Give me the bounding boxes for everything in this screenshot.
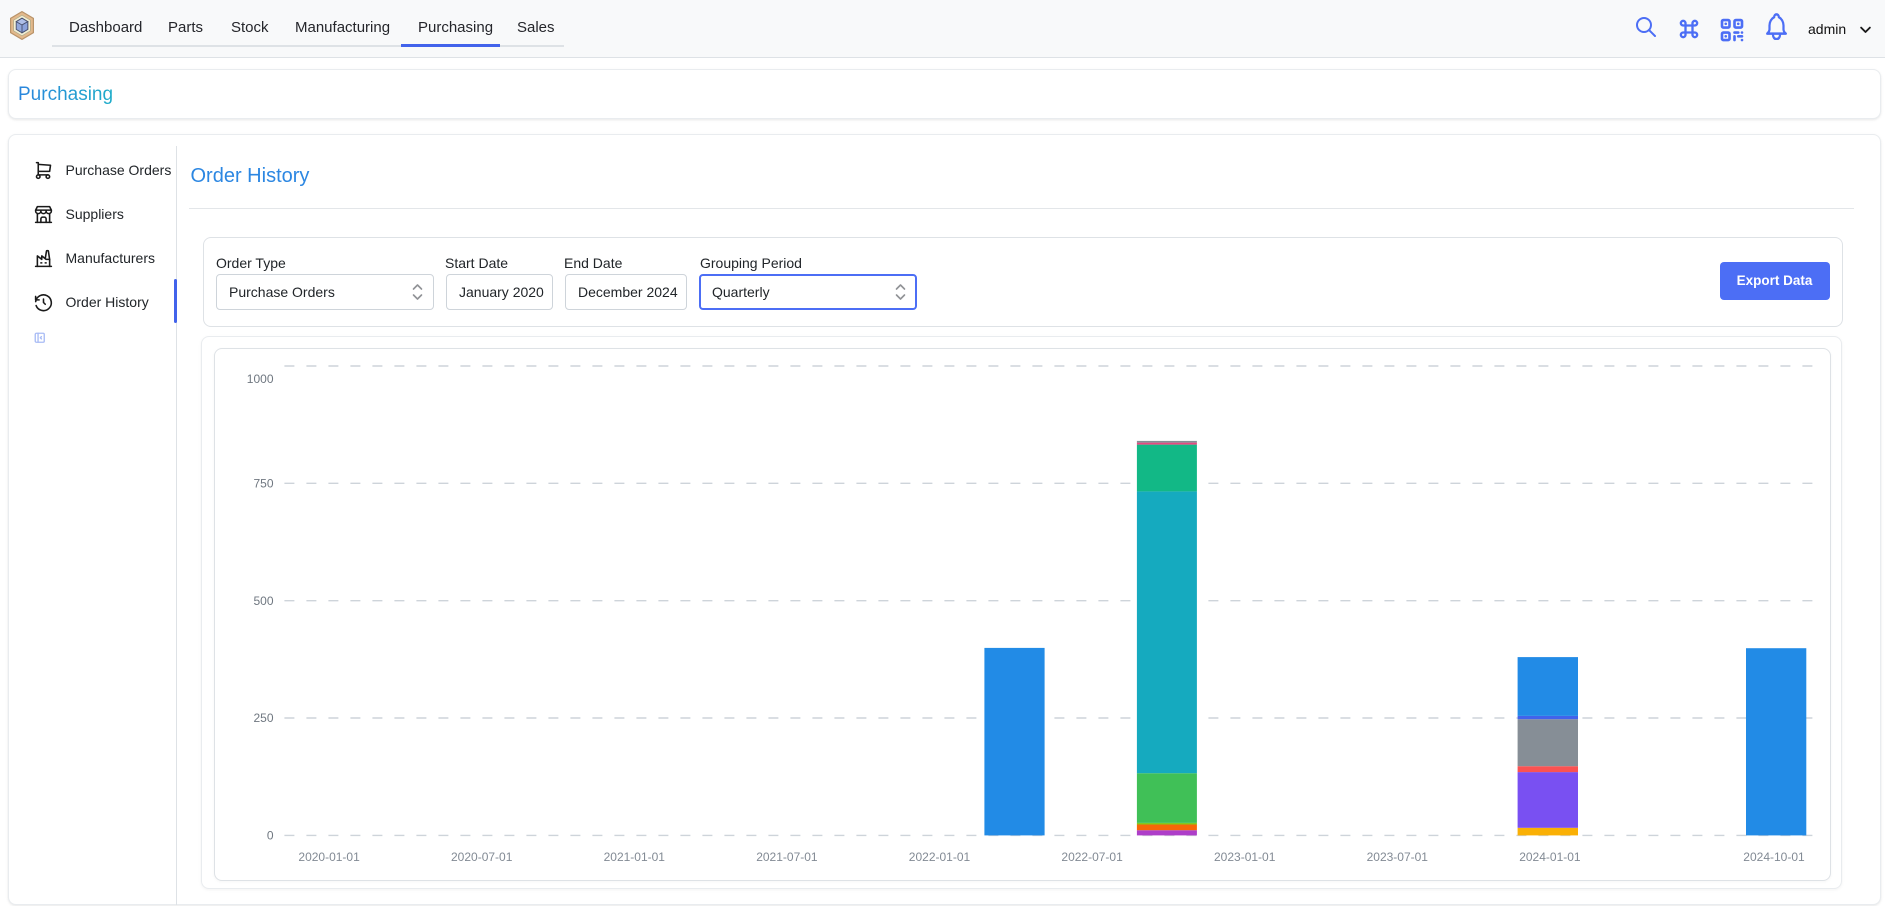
svg-text:0: 0 <box>266 829 273 843</box>
svg-text:750: 750 <box>253 477 273 491</box>
svg-text:2024-01-01: 2024-01-01 <box>1519 850 1581 864</box>
svg-text:2021-07-01: 2021-07-01 <box>756 850 818 864</box>
svg-text:2022-07-01: 2022-07-01 <box>1061 850 1123 864</box>
svg-text:2022-01-01: 2022-01-01 <box>908 850 970 864</box>
svg-text:2020-07-01: 2020-07-01 <box>451 850 513 864</box>
svg-text:2020-01-01: 2020-01-01 <box>298 850 360 864</box>
svg-text:500: 500 <box>253 594 273 608</box>
svg-text:2023-01-01: 2023-01-01 <box>1214 850 1276 864</box>
svg-text:1000: 1000 <box>246 372 273 386</box>
svg-text:2023-07-01: 2023-07-01 <box>1366 850 1428 864</box>
svg-text:2021-01-01: 2021-01-01 <box>603 850 665 864</box>
svg-text:250: 250 <box>253 711 273 725</box>
svg-text:2024-10-01: 2024-10-01 <box>1743 850 1805 864</box>
